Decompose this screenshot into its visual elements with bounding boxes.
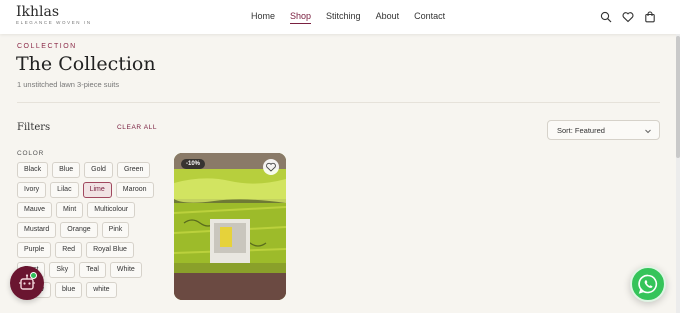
color-chip-maroon[interactable]: Maroon [115,182,154,198]
collection-eyebrow: COLLECTION [17,43,77,50]
chatbot-button[interactable] [10,266,44,300]
color-chip-red[interactable]: Red [55,242,83,258]
color-chip-pink[interactable]: Pink [101,222,130,238]
brand-name: Ikhlas [16,4,60,20]
clear-all-button[interactable]: CLEAR ALL [117,124,157,131]
color-chip-royal-blue[interactable]: Royal Blue [86,242,134,258]
color-chip-blue[interactable]: Blue [52,162,81,178]
section-divider [17,102,660,103]
color-chip-multicolour[interactable]: Multicolour [87,202,136,218]
bag-icon[interactable] [644,11,656,23]
color-chip-blue-lower[interactable]: blue [54,282,83,298]
color-chip-mauve[interactable]: Mauve [17,202,53,218]
color-chip-white[interactable]: White [109,262,142,278]
header-actions [600,11,656,23]
whatsapp-icon [638,274,658,294]
nav-shop[interactable]: Shop [290,11,312,24]
brand-logo[interactable]: Ikhlas ELEGANCE WOVEN IN [16,5,92,25]
heart-icon[interactable] [622,11,634,23]
sort-dropdown[interactable]: Sort: Featured [547,120,660,140]
color-filter-label: COLOR [17,150,45,157]
site-header: Ikhlas ELEGANCE WOVEN IN Home Shop Stitc… [0,0,680,34]
color-chip-mint[interactable]: Mint [56,202,84,218]
online-status-dot [30,272,37,279]
product-card[interactable]: -10% [174,153,286,300]
color-chip-lime[interactable]: Lime [82,182,112,198]
robot-icon [19,274,35,290]
color-chip-sky[interactable]: Sky [49,262,76,278]
chevron-down-icon [645,129,651,134]
filters-heading: Filters [17,122,51,133]
page-title: The Collection [16,53,156,75]
color-chip-teal[interactable]: Teal [79,262,106,278]
main-nav: Home Shop Stitching About Contact [251,11,460,24]
heart-outline-icon [266,162,276,172]
color-chip-purple[interactable]: Purple [17,242,52,258]
color-chip-mustard[interactable]: Mustard [17,222,57,238]
color-chip-ivory[interactable]: Ivory [17,182,47,198]
scrollbar-thumb[interactable] [676,36,680,158]
color-chip-gold[interactable]: Gold [84,162,113,178]
sort-label: Sort: Featured [557,126,605,135]
nav-about[interactable]: About [376,11,400,24]
nav-home[interactable]: Home [251,11,275,24]
color-chip-black[interactable]: Black [17,162,49,178]
color-chip-orange[interactable]: Orange [60,222,98,238]
nav-contact[interactable]: Contact [414,11,445,24]
color-chip-lilac[interactable]: Lilac [50,182,79,198]
search-icon[interactable] [600,11,612,23]
color-chip-white-lower[interactable]: white [86,282,117,298]
collection-subtitle: 1 unstitched lawn 3-piece suits [17,80,120,89]
wishlist-button[interactable] [263,159,279,175]
brand-tagline: ELEGANCE WOVEN IN [16,20,92,25]
discount-badge: -10% [181,159,206,169]
whatsapp-button[interactable] [630,266,666,302]
nav-stitching[interactable]: Stitching [326,11,361,24]
color-chip-green[interactable]: Green [116,162,151,178]
product-image [174,153,286,300]
